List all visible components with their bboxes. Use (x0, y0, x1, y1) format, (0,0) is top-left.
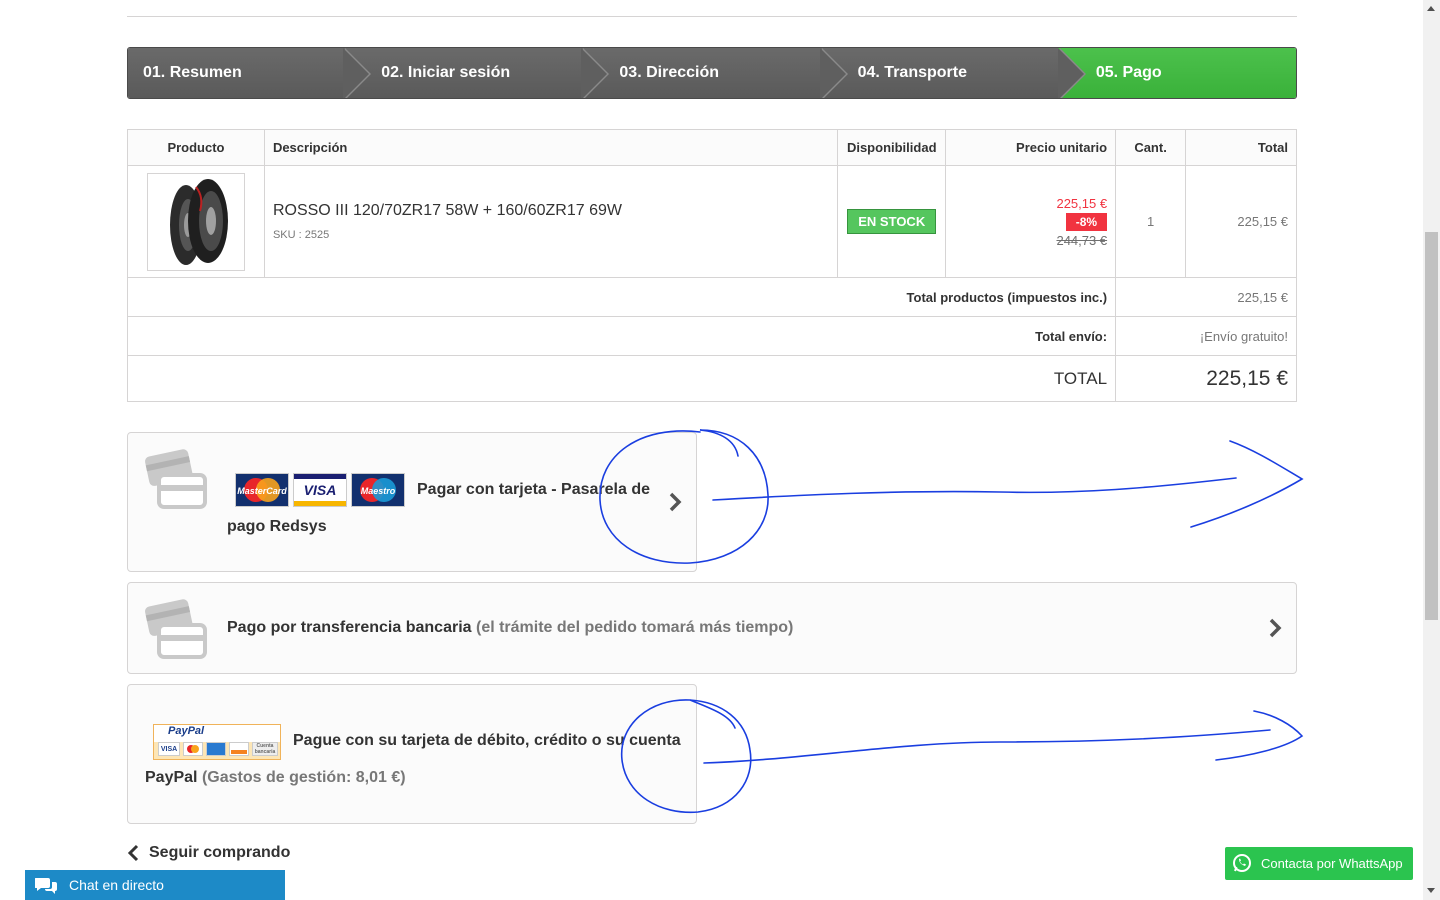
step-login[interactable]: 02. Iniciar sesión (343, 48, 610, 98)
step-label: 03. Dirección (619, 64, 720, 81)
scroll-up-arrow-icon[interactable] (1427, 6, 1435, 11)
annotation-arrowhead-paypal (1215, 710, 1304, 761)
step-label: 02. Iniciar sesión (381, 64, 511, 81)
annotation-arrow-paypal (703, 729, 1271, 764)
products-total-row: Total productos (impuestos inc.) 225,15 … (126, 277, 1297, 317)
scrollbar[interactable] (1423, 0, 1440, 900)
visa-logo: VISA (293, 473, 347, 507)
products-total-value: 225,15 € (1115, 277, 1297, 317)
credit-card-icon (145, 449, 207, 509)
mastercard-icon (187, 745, 199, 753)
checkout-steps: 01. Resumen 02. Iniciar sesión 03. Direc… (127, 47, 1297, 99)
header-unit-price: Precio unitario (945, 129, 1117, 166)
product-name[interactable]: ROSSO III 120/70ZR17 58W + 160/60ZR17 69… (273, 202, 837, 220)
pay-transfer-label: Pago por transferencia bancaria (el trám… (227, 619, 793, 637)
chevron-right-icon (669, 492, 682, 512)
whatsapp-icon (1233, 854, 1251, 872)
pay-card-text-2: pago Redsys (227, 518, 327, 535)
step-shipping[interactable]: 04. Transporte (819, 48, 1087, 98)
pay-card-text: Pagar con tarjeta - Pasarela de (417, 481, 650, 498)
quantity-cell: 1 (1115, 165, 1187, 278)
pay-paypal-note: (Gastos de gestión: 8,01 €) (201, 769, 406, 786)
step-label: 04. Transporte (857, 64, 967, 81)
grand-total-row: TOTAL 225,15 € (126, 355, 1297, 402)
discover-icon (231, 744, 247, 754)
pay-transfer-option[interactable]: Pago por transferencia bancaria (el trám… (127, 582, 1297, 674)
mastercard-text: MasterCard (237, 486, 287, 496)
grand-total-value: 225,15 € (1115, 355, 1297, 402)
pay-card-option[interactable]: MasterCard VISA Maestro Pagar con tarjet… (127, 432, 697, 572)
step-summary[interactable]: 01. Resumen (128, 48, 372, 98)
scroll-down-arrow-icon[interactable] (1427, 888, 1435, 893)
header-qty: Cant. (1115, 129, 1187, 166)
pay-transfer-text: Pago por transferencia bancaria (227, 619, 472, 636)
product-description-cell: ROSSO III 120/70ZR17 58W + 160/60ZR17 69… (263, 165, 839, 278)
chat-bubbles-icon (35, 878, 57, 894)
table-row: ROSSO III 120/70ZR17 58W + 160/60ZR17 69… (127, 165, 1297, 278)
step-label: 01. Resumen (143, 64, 242, 81)
product-thumbnail[interactable] (146, 172, 245, 271)
step-payment: 05. Pago (1057, 48, 1296, 98)
tire-image (169, 178, 228, 265)
discover-mini-logo (229, 742, 249, 756)
pay-paypal-text: Pague con su tarjeta de débito, crédito … (293, 732, 681, 749)
shipping-total-label: Total envío: (126, 316, 1117, 356)
old-price: 244,73 € (1056, 232, 1108, 248)
visa-text: VISA (304, 482, 337, 498)
whatsapp-button[interactable]: Contacta por WhattsApp (1225, 847, 1413, 880)
unit-price: 225,15 € (1056, 195, 1108, 211)
maestro-logo: Maestro (351, 473, 405, 507)
chevron-right-icon (1269, 618, 1282, 638)
pay-paypal-name: PayPal (145, 769, 198, 786)
top-divider (127, 16, 1297, 17)
cart-header-row: Producto Descripción Disponibilidad Prec… (127, 129, 1297, 166)
header-product: Producto (127, 129, 265, 166)
header-availability: Disponibilidad (837, 129, 947, 166)
header-description: Descripción (263, 129, 839, 166)
shipping-total-row: Total envío: ¡Envío gratuito! (126, 316, 1297, 356)
live-chat-bar[interactable]: Chat en directo (25, 870, 285, 900)
maestro-icon: Maestro (352, 474, 404, 506)
scroll-thumb[interactable] (1425, 232, 1438, 620)
product-image-cell (127, 165, 265, 278)
paypal-logo-text: PayPal (168, 725, 205, 737)
shipping-total-value: ¡Envío gratuito! (1115, 316, 1297, 356)
step-address[interactable]: 03. Dirección (581, 48, 848, 98)
paypal-logo: PayPal VISA Cuenta bancaria (153, 724, 281, 760)
maestro-text: Maestro (361, 486, 396, 496)
cart-table: Producto Descripción Disponibilidad Prec… (126, 129, 1297, 402)
live-chat-label: Chat en directo (69, 877, 164, 893)
products-total-label: Total productos (impuestos inc.) (126, 277, 1117, 317)
annotation-arrow-card (712, 477, 1237, 501)
grand-total-label: TOTAL (126, 355, 1117, 402)
credit-card-icon (145, 599, 207, 659)
discount-badge: -8% (1065, 212, 1108, 231)
stock-badge: EN STOCK (847, 209, 937, 234)
line-total-cell: 225,15 € (1185, 165, 1297, 278)
visa-mini-logo: VISA (158, 742, 180, 756)
continue-shopping-label: Seguir comprando (149, 844, 291, 861)
whatsapp-label: Contacta por WhattsApp (1261, 856, 1403, 871)
bank-account-mini-logo: Cuenta bancaria (252, 742, 278, 756)
product-sku: SKU : 2525 (272, 229, 330, 241)
pay-transfer-note: (el trámite del pedido tomará más tiempo… (475, 619, 794, 636)
chevron-left-icon (127, 844, 139, 862)
mastercard-logo: MasterCard (235, 473, 289, 507)
unit-price-cell: 225,15 € -8% 244,73 € (945, 165, 1117, 278)
pay-paypal-text-2: PayPal (Gastos de gestión: 8,01 €) (145, 769, 406, 787)
card-logos: MasterCard VISA Maestro (235, 473, 405, 507)
header-total: Total (1185, 129, 1297, 166)
annotation-arrowhead-card (1190, 440, 1304, 528)
mastercard-mini-logo (183, 742, 203, 756)
visa-icon: VISA (294, 474, 346, 506)
amex-mini-logo (206, 742, 226, 756)
step-label: 05. Pago (1095, 64, 1162, 81)
mastercard-icon: MasterCard (236, 474, 288, 506)
availability-cell: EN STOCK (837, 165, 947, 278)
continue-shopping-link[interactable]: Seguir comprando (127, 844, 290, 862)
